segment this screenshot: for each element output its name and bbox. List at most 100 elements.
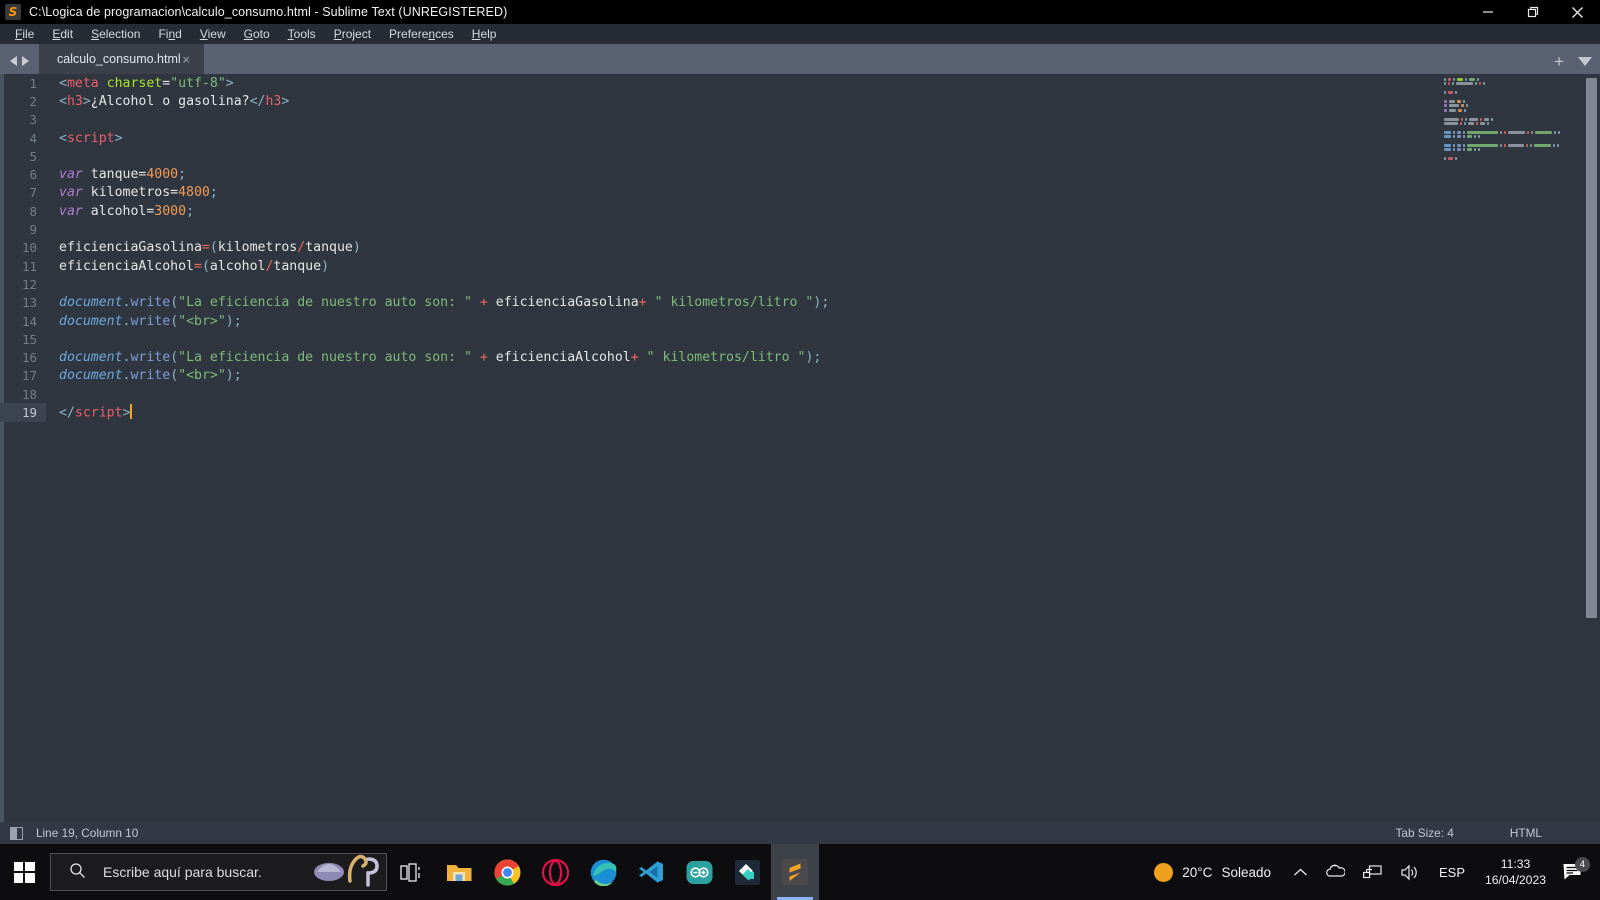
menu-preferences[interactable]: Preferences (380, 25, 463, 43)
close-button[interactable] (1555, 0, 1600, 24)
code-line[interactable]: 3 (0, 111, 1600, 129)
code-line[interactable]: 6 var tanque=4000; (0, 165, 1600, 183)
code-line[interactable]: 9 (0, 220, 1600, 238)
code-line-text[interactable]: <h3>¿Alcohol o gasolina?</h3> (46, 94, 289, 109)
code-line[interactable]: 5 (0, 147, 1600, 165)
menu-file[interactable]: File (6, 25, 43, 43)
code-line[interactable]: 13 document.write("La eficiencia de nuest… (0, 294, 1600, 312)
taskbar-item-opera[interactable] (531, 844, 579, 900)
taskbar-item-file-explorer[interactable] (435, 844, 483, 900)
search-icon (69, 862, 86, 883)
code-editor[interactable]: 1 <meta charset="utf-8"> 2 <h3>¿Alcohol o g… (0, 74, 1600, 822)
code-line[interactable]: 18 (0, 385, 1600, 403)
minimap-token (1474, 135, 1477, 139)
code-line-text[interactable]: var alcohol=3000; (46, 204, 194, 219)
tab-close-icon[interactable]: × (182, 53, 190, 66)
code-token: meta (66, 75, 99, 91)
minimap-token (1480, 121, 1486, 125)
code-line[interactable]: 2 <h3>¿Alcohol o gasolina?</h3> (0, 92, 1600, 110)
code-line[interactable]: 10 eficienciaGasolina=(kilometros/tanque) (0, 239, 1600, 257)
code-token: ; (209, 185, 218, 201)
code-line[interactable]: 7 var kilometros=4800; (0, 184, 1600, 202)
code-line[interactable]: 11 eficienciaAlcohol=(alcohol/tanque) (0, 257, 1600, 275)
search-input[interactable]: Escribe aquí para buscar. (50, 853, 387, 891)
taskbar-item-sublime-text[interactable] (771, 844, 819, 900)
code-token: ( (170, 313, 179, 329)
tab-prev-arrow-icon[interactable] (10, 56, 17, 66)
tab-next-arrow-icon[interactable] (22, 56, 29, 66)
code-line[interactable]: 19 </script> (0, 403, 1600, 422)
code-token: 4000 (146, 167, 179, 183)
taskbar-item-visual-studio-code[interactable] (627, 844, 675, 900)
volume-icon[interactable] (1391, 864, 1429, 881)
line-number-text: 10 (22, 240, 37, 256)
weather-widget[interactable]: 20°C Soleado (1141, 862, 1284, 882)
code-token: document (59, 295, 123, 311)
sidebar-toggle-icon[interactable] (10, 826, 23, 840)
network-icon[interactable] (1354, 864, 1391, 880)
code-line-text[interactable]: var kilometros=4800; (46, 185, 218, 200)
menu-selection[interactable]: Selection (82, 25, 149, 43)
vertical-scrollbar[interactable] (1582, 74, 1600, 822)
clock-widget[interactable]: 11:33 16/04/2023 (1475, 856, 1556, 889)
minimap-token (1444, 135, 1451, 139)
maximize-button[interactable] (1510, 0, 1555, 24)
taskbar-item-microsoft-edge[interactable] (579, 844, 627, 900)
tab-calculo-consumo-html[interactable]: calculo_consumo.html × (39, 44, 204, 74)
code-line-text[interactable]: <meta charset="utf-8"> (46, 76, 234, 91)
code-line-text[interactable]: eficienciaGasolina=(kilometros/tanque) (46, 240, 361, 255)
minimap[interactable] (1432, 74, 1582, 822)
tab-size-status[interactable]: Tab Size: 4 (1396, 826, 1454, 840)
menu-edit[interactable]: Edit (43, 25, 82, 43)
language-indicator[interactable]: ESP (1429, 865, 1475, 880)
code-line-text[interactable]: document.write("<br>"); (46, 314, 242, 329)
menu-find[interactable]: Find (149, 25, 190, 43)
minimap-token (1444, 78, 1446, 81)
code-line[interactable]: 16 document.write("La eficiencia de nuest… (0, 348, 1600, 366)
onedrive-icon[interactable] (1317, 864, 1354, 881)
code-line[interactable]: 4 <script> (0, 129, 1600, 147)
code-token: ( (170, 295, 179, 311)
show-hidden-icons-chevron-up-icon[interactable] (1284, 867, 1317, 878)
vertical-scrollbar-thumb[interactable] (1586, 78, 1597, 618)
minimap-token (1453, 78, 1456, 81)
code-line-text[interactable]: var tanque=4000; (46, 167, 186, 182)
code-line-text[interactable]: document.write("La eficiencia de nuestro… (46, 350, 821, 365)
code-token: " kilometros/litro " (654, 295, 814, 311)
syntax-status[interactable]: HTML (1510, 826, 1542, 840)
menu-view[interactable]: View (191, 25, 235, 43)
minimap-token (1557, 130, 1560, 134)
minimap-token (1448, 104, 1459, 108)
start-button[interactable] (0, 844, 48, 900)
code-line-text[interactable]: document.write("La eficiencia de nuestro… (46, 295, 829, 310)
code-line[interactable]: 14 document.write("<br>"); (0, 312, 1600, 330)
taskbar-item-task-view[interactable] (387, 844, 435, 900)
taskbar-item-google-chrome[interactable] (483, 844, 531, 900)
code-token: ; (178, 167, 187, 183)
code-content[interactable]: 1 <meta charset="utf-8"> 2 <h3>¿Alcohol o g… (0, 74, 1600, 822)
line-number: 17 (0, 367, 46, 385)
menu-tools[interactable]: Tools (279, 25, 325, 43)
code-line[interactable]: 15 (0, 330, 1600, 348)
code-line-text[interactable]: document.write("<br>"); (46, 368, 242, 383)
code-line[interactable]: 1 <meta charset="utf-8"> (0, 74, 1600, 92)
code-line-text[interactable]: eficienciaAlcohol=(alcohol/tanque) (46, 259, 329, 274)
code-line[interactable]: 12 (0, 275, 1600, 293)
menu-project[interactable]: Project (325, 25, 380, 43)
minimap-token (1475, 82, 1477, 86)
new-tab-icon[interactable]: + (1554, 53, 1564, 70)
minimap-token (1533, 143, 1551, 147)
taskbar-item-arduino-ide[interactable] (675, 844, 723, 900)
minimize-button[interactable] (1465, 0, 1510, 24)
code-line-text[interactable]: </script> (46, 403, 133, 420)
minimap-token (1448, 78, 1452, 81)
code-line-text[interactable]: <script> (46, 131, 123, 146)
tab-menu-chevron-down-icon[interactable] (1578, 57, 1592, 66)
code-line[interactable]: 8 var alcohol=3000; (0, 202, 1600, 220)
taskbar-item-filmora-editor[interactable] (723, 844, 771, 900)
code-token: tanque (273, 258, 322, 274)
menu-help[interactable]: Help (463, 25, 506, 43)
notifications-button[interactable]: 4 (1556, 857, 1596, 882)
menu-goto[interactable]: Goto (235, 25, 279, 43)
code-line[interactable]: 17 document.write("<br>"); (0, 367, 1600, 385)
